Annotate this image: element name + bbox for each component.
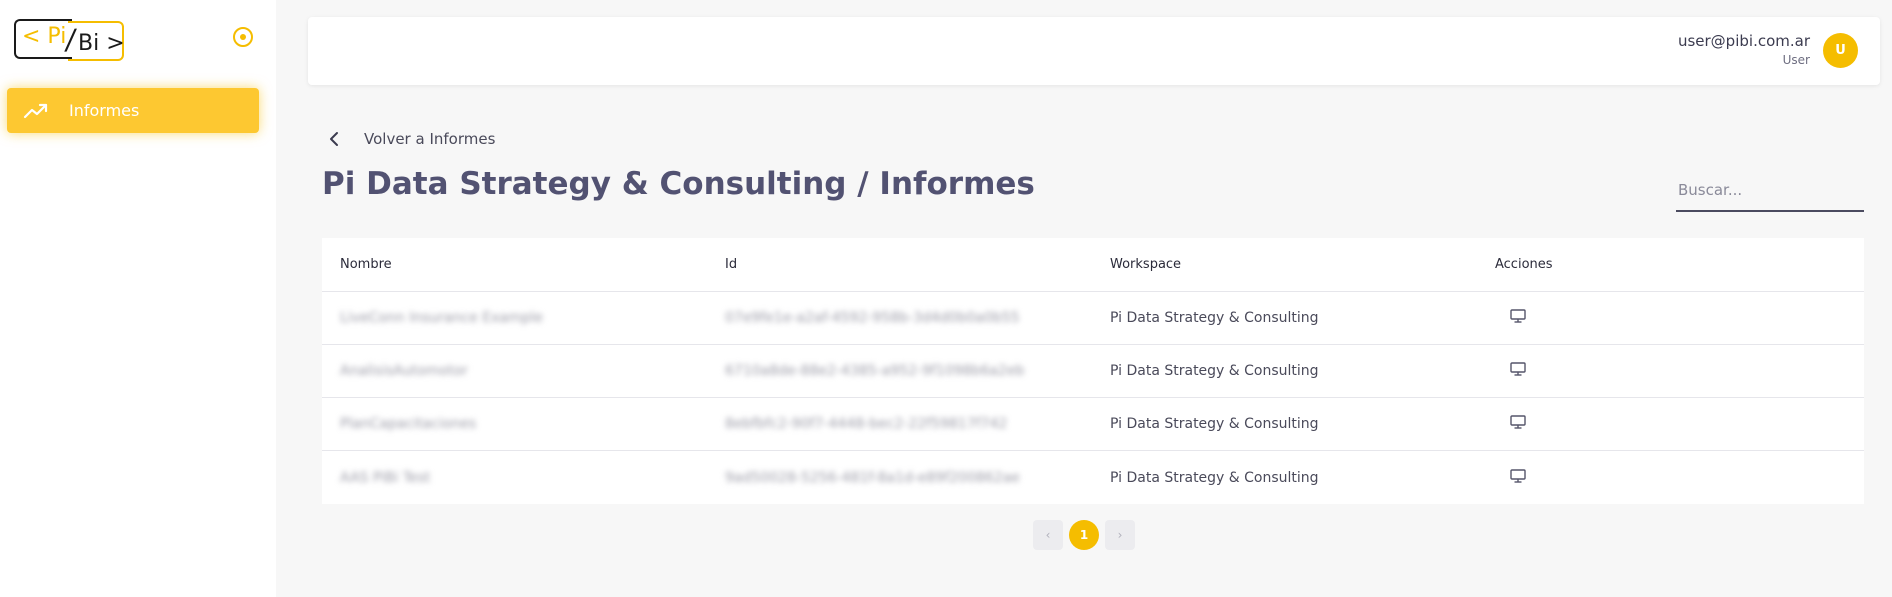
sidebar: < Pi / Bi > Informes <box>0 0 276 597</box>
row-actions <box>1477 361 1864 381</box>
search-input[interactable] <box>1676 172 1864 208</box>
logo-pi-text: < Pi <box>22 24 67 49</box>
back-link-label: Volver a Informes <box>364 130 496 148</box>
row-actions <box>1477 414 1864 434</box>
next-page-button[interactable]: › <box>1105 520 1135 550</box>
report-name: PlanCapacitaciones <box>340 416 477 432</box>
pibi-logo[interactable]: < Pi / Bi > <box>14 19 126 63</box>
report-id: 8ebfbfc2-90f7-4448-bec2-22f59817f742 <box>725 416 1008 432</box>
table-row: AnalisisAutomotor 6710a8de-88e2-4385-a95… <box>322 345 1864 398</box>
user-email: user@pibi.com.ar <box>1677 32 1810 50</box>
report-workspace: Pi Data Strategy & Consulting <box>1110 469 1319 486</box>
monitor-icon[interactable] <box>1509 414 1527 430</box>
report-id: 07e9fe1e-a2af-4592-958b-3d4d0b0a0b55 <box>725 310 1020 326</box>
column-header-workspace[interactable]: Workspace <box>1092 257 1477 272</box>
prev-page-button[interactable]: ‹ <box>1033 520 1063 550</box>
back-link[interactable]: Volver a Informes <box>328 130 495 148</box>
report-id: 6710a8de-88e2-4385-a952-9f1098b6a2eb <box>725 363 1025 379</box>
row-actions <box>1477 468 1864 488</box>
top-header: user@pibi.com.ar User U <box>308 17 1880 85</box>
user-role: User <box>1782 53 1810 67</box>
pagination: ‹ 1 › <box>1033 520 1141 550</box>
report-workspace: Pi Data Strategy & Consulting <box>1110 416 1319 432</box>
report-name: LiveConn Insurance Example <box>340 310 543 326</box>
page-title: Pi Data Strategy & Consulting / Informes <box>322 166 1035 202</box>
table-row: LiveConn Insurance Example 07e9fe1e-a2af… <box>322 292 1864 345</box>
avatar[interactable]: U <box>1823 33 1858 68</box>
search-box <box>1676 172 1864 212</box>
monitor-icon[interactable] <box>1509 468 1527 484</box>
chevron-left-icon <box>330 132 338 146</box>
target-icon[interactable] <box>233 27 253 47</box>
report-name: AAS PiBi Test <box>340 469 431 486</box>
table-row: PlanCapacitaciones 8ebfbfc2-90f7-4448-be… <box>322 398 1864 451</box>
monitor-icon[interactable] <box>1509 361 1527 377</box>
column-header-id[interactable]: Id <box>707 257 1092 272</box>
sidebar-item-label: Informes <box>69 101 140 120</box>
logo-bi-text: Bi > <box>78 31 125 56</box>
report-workspace: Pi Data Strategy & Consulting <box>1110 363 1319 379</box>
report-name: AnalisisAutomotor <box>340 363 468 379</box>
column-header-nombre[interactable]: Nombre <box>322 257 707 272</box>
row-actions <box>1477 308 1864 328</box>
trending-up-icon <box>23 103 48 118</box>
table-header-row: Nombre Id Workspace Acciones <box>322 238 1864 292</box>
reports-table: Nombre Id Workspace Acciones LiveConn In… <box>322 238 1864 504</box>
table-row: AAS PiBi Test 9ad50028-5256-481f-8a1d-e8… <box>322 451 1864 504</box>
report-workspace: Pi Data Strategy & Consulting <box>1110 310 1319 326</box>
monitor-icon[interactable] <box>1509 308 1527 324</box>
report-id: 9ad50028-5256-481f-8a1d-e89f200862ae <box>725 469 1020 486</box>
sidebar-item-informes[interactable]: Informes <box>7 88 259 133</box>
column-header-acciones: Acciones <box>1495 257 1553 272</box>
page-button-current[interactable]: 1 <box>1069 520 1099 550</box>
